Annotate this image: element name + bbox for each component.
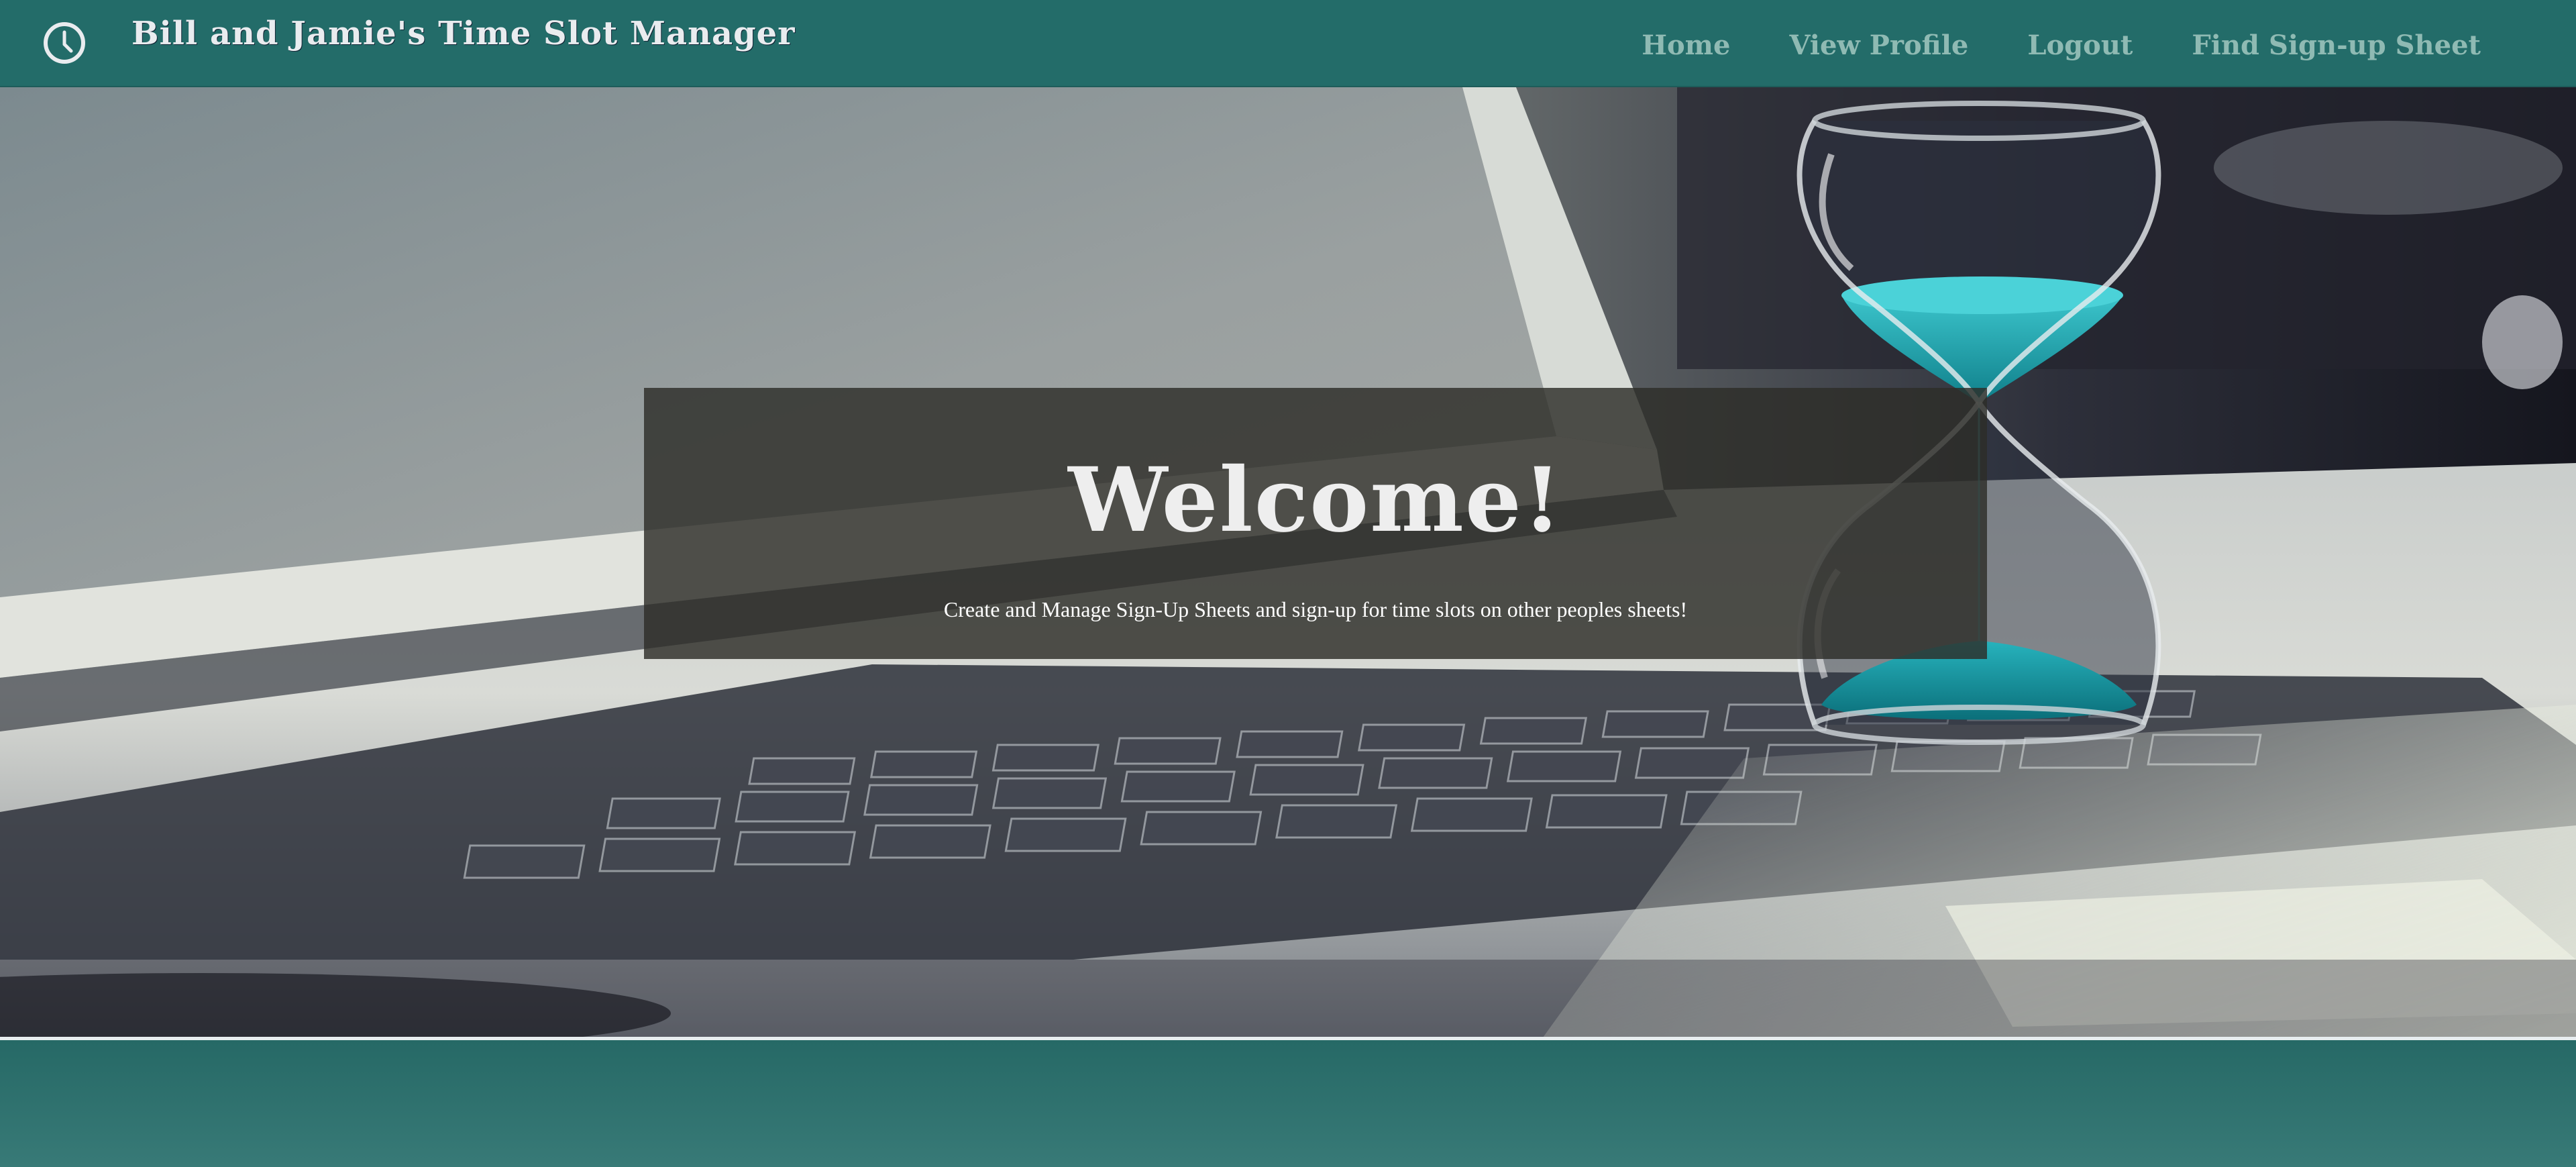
welcome-subtitle: Create and Manage Sign-Up Sheets and sig… <box>943 597 1688 621</box>
nav-link-home[interactable]: Home <box>1642 30 1730 61</box>
clock-icon <box>44 22 85 64</box>
welcome-title: Welcome! <box>1068 448 1563 552</box>
top-navbar: Bill and Jamie's Time Slot Manager Home … <box>0 0 2576 87</box>
nav-link-find-sign-up-sheet[interactable]: Find Sign-up Sheet <box>2192 30 2481 61</box>
nav-links: Home View Profile Logout Find Sign-up Sh… <box>1642 30 2481 61</box>
nav-link-logout[interactable]: Logout <box>2027 30 2133 61</box>
brand-title[interactable]: Bill and Jamie's Time Slot Manager <box>131 15 795 52</box>
nav-link-view-profile[interactable]: View Profile <box>1789 30 1968 61</box>
welcome-panel: Welcome! Create and Manage Sign-Up Sheet… <box>644 388 1987 659</box>
footer <box>0 1040 2576 1167</box>
